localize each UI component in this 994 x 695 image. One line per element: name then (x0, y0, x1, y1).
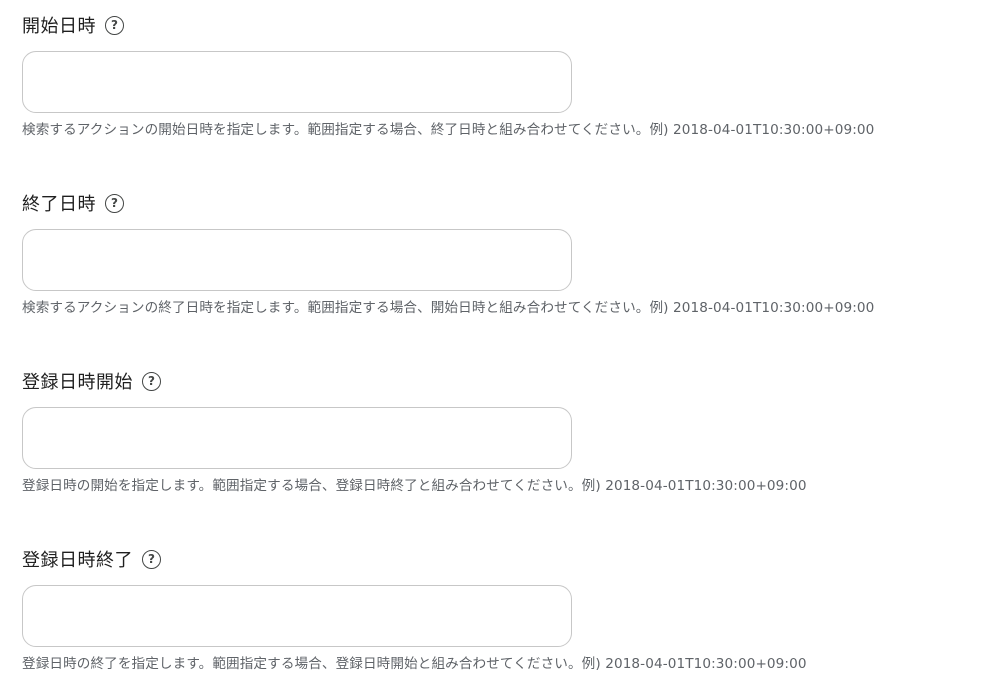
start-datetime-field: 開始日時 ? 検索するアクションの開始日時を指定します。範囲指定する場合、終了日… (22, 10, 982, 138)
end-datetime-input[interactable] (22, 229, 572, 291)
start-datetime-label-row: 開始日時 ? (22, 10, 982, 40)
start-datetime-label: 開始日時 (22, 16, 96, 37)
registered-start-label-row: 登録日時開始 ? (22, 366, 982, 396)
registered-start-field: 登録日時開始 ? 登録日時の開始を指定します。範囲指定する場合、登録日時終了と組… (22, 366, 982, 494)
registered-end-input[interactable] (22, 585, 572, 647)
registered-end-label: 登録日時終了 (22, 550, 133, 571)
registered-end-hint: 登録日時の終了を指定します。範囲指定する場合、登録日時開始と組み合わせてください… (22, 656, 807, 672)
end-datetime-label: 終了日時 (22, 194, 96, 215)
registered-end-label-row: 登録日時終了 ? (22, 544, 982, 574)
help-icon[interactable]: ? (142, 549, 161, 569)
registered-end-field: 登録日時終了 ? 登録日時の終了を指定します。範囲指定する場合、登録日時開始と組… (22, 544, 982, 672)
help-icon[interactable]: ? (105, 15, 124, 35)
help-icon[interactable]: ? (105, 193, 124, 213)
registered-start-hint: 登録日時の開始を指定します。範囲指定する場合、登録日時終了と組み合わせてください… (22, 478, 807, 494)
end-datetime-hint: 検索するアクションの終了日時を指定します。範囲指定する場合、開始日時と組み合わせ… (22, 300, 875, 316)
end-datetime-label-row: 終了日時 ? (22, 188, 982, 218)
end-datetime-field: 終了日時 ? 検索するアクションの終了日時を指定します。範囲指定する場合、開始日… (22, 188, 982, 316)
registered-start-input[interactable] (22, 407, 572, 469)
registered-start-label: 登録日時開始 (22, 372, 133, 393)
help-icon[interactable]: ? (142, 371, 161, 391)
start-datetime-input[interactable] (22, 51, 572, 113)
start-datetime-hint: 検索するアクションの開始日時を指定します。範囲指定する場合、終了日時と組み合わせ… (22, 122, 875, 138)
